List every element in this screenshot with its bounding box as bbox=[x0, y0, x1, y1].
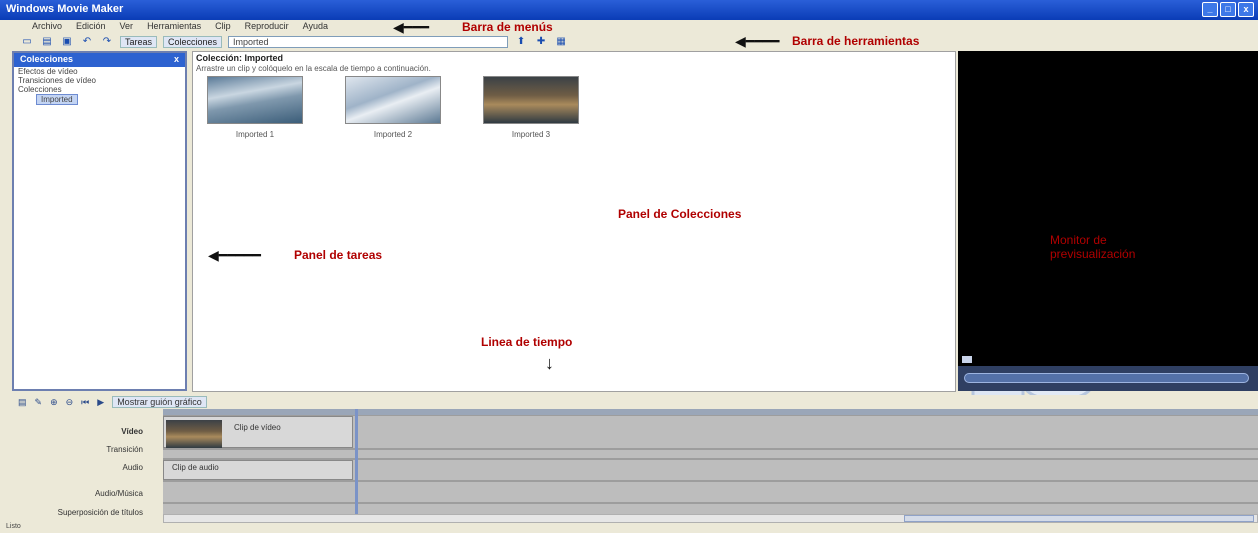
new-project-icon[interactable]: ▭ bbox=[20, 36, 34, 48]
clip-name: Imported 2 bbox=[373, 130, 413, 139]
tree-item-video-transitions[interactable]: Transiciones de vídeo bbox=[14, 76, 185, 85]
task-panel-header: Colecciones x bbox=[14, 53, 185, 67]
save-project-icon[interactable]: ▣ bbox=[60, 36, 74, 48]
menu-item-archivo[interactable]: Archivo bbox=[32, 21, 62, 33]
track-label-title-overlay: Superposición de títulos bbox=[57, 508, 143, 517]
menu-bar: Archivo Edición Ver Herramientas Clip Re… bbox=[0, 20, 1258, 34]
transition-track[interactable] bbox=[163, 449, 1258, 459]
play-icon[interactable]: ▶ bbox=[97, 397, 104, 408]
timeline-toolbar: ▤ ✎ ⊕ ⊖ ⏮ ▶ Mostrar guión gráfico bbox=[0, 395, 1258, 409]
menu-item-ver[interactable]: Ver bbox=[120, 21, 134, 33]
close-icon[interactable]: x bbox=[1238, 2, 1254, 17]
clip-item[interactable]: Imported 2 bbox=[345, 76, 441, 139]
annotation-preview-line2: previsualización bbox=[1050, 247, 1136, 261]
timeline-scrollbar[interactable] bbox=[163, 514, 1258, 523]
collection-hint: Arrastre un clip y colóquelo en la escal… bbox=[196, 64, 431, 73]
clip-item[interactable]: Imported 3 bbox=[483, 76, 579, 139]
menu-item-ayuda[interactable]: Ayuda bbox=[303, 21, 328, 33]
clip-thumbnail bbox=[345, 76, 441, 124]
tool-bar: ▭ ▤ ▣ ↶ ↷ Tareas Colecciones Imported ⬆ … bbox=[0, 34, 1258, 50]
clip-thumbnail bbox=[207, 76, 303, 124]
tree-item-video-effects[interactable]: Efectos de vídeo bbox=[14, 67, 185, 76]
annotation-tasks-panel: Panel de tareas bbox=[294, 248, 383, 262]
toolbar-arrow-icon: ◀━━━━ bbox=[735, 33, 780, 49]
audio-music-track[interactable] bbox=[163, 481, 1258, 503]
status-text: Listo bbox=[6, 523, 21, 530]
menu-item-edicion[interactable]: Edición bbox=[76, 21, 106, 33]
tasks-button[interactable]: Tareas bbox=[120, 36, 158, 48]
menu-arrow-icon: ◀━━━ bbox=[393, 19, 430, 35]
scrollbar-thumb[interactable] bbox=[904, 515, 1254, 522]
annotation-timeline: Linea de tiempo bbox=[481, 335, 573, 349]
zoom-out-icon[interactable]: ⊖ bbox=[66, 397, 74, 408]
track-label-audio-music: Audio/Música bbox=[94, 489, 143, 498]
menu-item-herramientas[interactable]: Herramientas bbox=[147, 21, 201, 33]
audio-clip[interactable]: Clip de audio bbox=[163, 460, 353, 480]
fullscreen-icon[interactable] bbox=[962, 356, 972, 363]
undo-icon[interactable]: ↶ bbox=[80, 36, 94, 48]
title-bar: Windows Movie Maker _ □ x bbox=[0, 0, 1258, 20]
menu-item-clip[interactable]: Clip bbox=[215, 21, 231, 33]
clip-thumbnail bbox=[483, 76, 579, 124]
view-icon[interactable]: ▦ bbox=[554, 36, 568, 48]
collections-button[interactable]: Colecciones bbox=[163, 36, 223, 48]
tasks-arrow-icon: ◀━━━━━ bbox=[208, 247, 261, 263]
zoom-in-icon[interactable]: ⊕ bbox=[50, 397, 58, 408]
preview-monitor: Monitor de previsualización bbox=[958, 51, 1258, 391]
maximize-icon[interactable]: □ bbox=[1220, 2, 1236, 17]
collection-path: Colección: Imported bbox=[196, 53, 284, 63]
window-controls: _ □ x bbox=[1202, 2, 1254, 17]
collections-tree: Efectos de vídeo Transiciones de vídeo C… bbox=[14, 67, 185, 105]
track-label-transition: Transición bbox=[106, 445, 143, 454]
track-label-video: Vídeo bbox=[121, 427, 143, 436]
audio-clip-name: Clip de audio bbox=[172, 463, 219, 472]
seek-bar[interactable] bbox=[964, 373, 1249, 383]
clip-thumbnail bbox=[166, 420, 222, 448]
clip-item[interactable]: Imported 1 bbox=[207, 76, 303, 139]
tree-item-collections[interactable]: Colecciones bbox=[14, 85, 185, 94]
up-folder-icon[interactable]: ⬆ bbox=[514, 36, 528, 48]
collection-select[interactable]: Imported bbox=[228, 36, 509, 48]
tree-item-imported[interactable]: Imported bbox=[36, 94, 78, 105]
timeline: Clip de vídeo Clip de audio bbox=[163, 409, 1258, 521]
redo-icon[interactable]: ↷ bbox=[100, 36, 114, 48]
set-audio-levels-icon[interactable]: ▤ bbox=[18, 397, 27, 408]
menu-item-reproducir[interactable]: Reproducir bbox=[245, 21, 289, 33]
clip-name: Imported 3 bbox=[511, 130, 551, 139]
open-project-icon[interactable]: ▤ bbox=[40, 36, 54, 48]
audio-track[interactable]: Clip de audio bbox=[163, 459, 1258, 481]
video-track[interactable]: Clip de vídeo bbox=[163, 415, 1258, 449]
track-label-audio: Audio bbox=[122, 463, 143, 472]
narrate-icon[interactable]: ✎ bbox=[35, 397, 43, 408]
task-panel: Colecciones x Efectos de vídeo Transicio… bbox=[12, 51, 187, 391]
playhead[interactable] bbox=[355, 409, 358, 521]
new-folder-icon[interactable]: ✚ bbox=[534, 36, 548, 48]
annotation-preview-line1: Monitor de bbox=[1050, 233, 1107, 247]
minimize-icon[interactable]: _ bbox=[1202, 2, 1218, 17]
video-clip-name: Clip de vídeo bbox=[234, 423, 281, 432]
annotation-tool-bar: Barra de herramientas bbox=[792, 34, 920, 48]
timeline-arrow-icon: ↓ bbox=[545, 353, 554, 373]
annotation-menu-bar: Barra de menús bbox=[462, 20, 553, 34]
show-storyboard-button[interactable]: Mostrar guión gráfico bbox=[112, 396, 207, 408]
rewind-icon[interactable]: ⏮ bbox=[81, 397, 89, 408]
video-clip[interactable]: Clip de vídeo bbox=[163, 416, 353, 448]
window-title: Windows Movie Maker bbox=[6, 3, 124, 15]
status-bar: Listo bbox=[0, 523, 1258, 533]
annotation-collections-panel: Panel de Colecciones bbox=[618, 207, 742, 221]
clip-name: Imported 1 bbox=[235, 130, 275, 139]
timeline-track-labels: Vídeo Transición Audio Audio/Música Supe… bbox=[0, 409, 163, 521]
close-panel-icon[interactable]: x bbox=[174, 54, 179, 66]
collections-panel: Colección: Imported Arrastre un clip y c… bbox=[192, 51, 1127, 406]
preview-controls bbox=[958, 356, 1258, 391]
task-panel-title: Colecciones bbox=[20, 54, 74, 64]
